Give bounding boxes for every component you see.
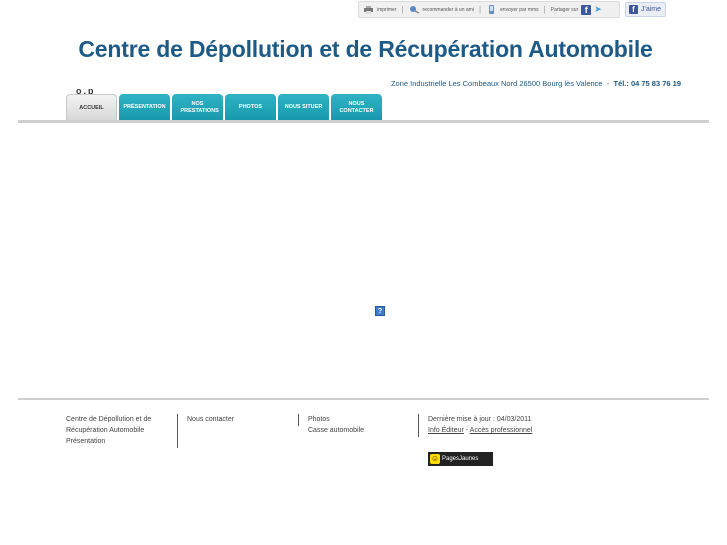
footer-link-contact[interactable]: Nous contacter (187, 416, 234, 423)
share-label: Partager sur (550, 6, 579, 13)
send-link[interactable]: envoyer par mms (486, 5, 539, 14)
pagesjaunes-badge[interactable]: ☺ PagesJaunes (428, 452, 493, 466)
footer-link-presentation[interactable]: Présentation (66, 438, 105, 445)
pro-access-link[interactable]: Accès professionnel (470, 427, 533, 434)
tab-label: NOUS SITUER (284, 104, 323, 111)
share-group: Partager sur f ➤ (551, 4, 602, 15)
page-title: Centre de Dépollution et de Récupération… (78, 36, 653, 62)
phone-icon (489, 5, 495, 14)
recommend-link[interactable]: recommander à un ami (409, 5, 474, 14)
tab-label: ACCUEIL (79, 104, 104, 111)
tab-label: NOUS CONTACTER (339, 101, 374, 114)
footer-column-1: Centre de Dépollution et de Récupération… (66, 414, 168, 447)
footer-link-photos[interactable]: Photos (308, 416, 330, 423)
tab-label: NOS PRESTATIONS (180, 101, 219, 114)
phone-number: Tél.: 04 75 83 76 19 (613, 79, 681, 88)
footer-column-4: Dernière mise à jour : 04/03/2011 Info É… (418, 414, 532, 437)
missing-image-icon: ? (375, 306, 385, 316)
address-separator: - (606, 79, 610, 88)
like-label: J'aime (641, 6, 662, 13)
tab-nous-situer[interactable]: NOUS SITUER (278, 94, 329, 121)
tab-prestations[interactable]: NOS PRESTATIONS (172, 94, 223, 121)
pagesjaunes-logo-icon: ☺ (430, 454, 440, 464)
printer-icon (364, 6, 373, 14)
print-label: imprimer (377, 6, 397, 13)
footer-column-3: Photos Casse automobile (298, 414, 364, 434)
facebook-like-button[interactable]: f J'aime (625, 2, 666, 17)
nav-divider (18, 120, 709, 123)
separator: | (478, 5, 482, 14)
address-text: Zone Industrielle Les Combeaux Nord 2650… (390, 79, 603, 88)
badge-label: PagesJaunes (442, 456, 479, 462)
tab-accueil[interactable]: ACCUEIL (66, 94, 117, 121)
send-label: envoyer par mms (500, 6, 539, 13)
footer-column-2: Nous contacter (177, 414, 234, 448)
tab-photos[interactable]: PHOTOS (225, 94, 276, 121)
tab-label: PHOTOS (238, 104, 263, 111)
utility-bar: imprimer | recommander à un ami | envoye… (358, 1, 620, 18)
facebook-icon: f (629, 5, 638, 14)
recommend-icon (409, 6, 419, 14)
facebook-icon[interactable]: f (581, 4, 592, 15)
address-line: Zone Industrielle Les Combeaux Nord 2650… (391, 79, 681, 88)
separator: | (401, 5, 404, 14)
twitter-icon[interactable]: ➤ (594, 4, 602, 15)
last-updated: Dernière mise à jour : 04/03/2011 (428, 416, 532, 423)
info-editor-link[interactable]: Info Éditeur (428, 427, 464, 434)
recommend-label: recommander à un ami (422, 6, 474, 13)
footer-dash: - (465, 427, 469, 434)
footer-divider (18, 398, 709, 400)
print-link[interactable]: imprimer (363, 5, 396, 14)
footer-link-home[interactable]: Centre de Dépollution et de Récupération… (66, 416, 151, 434)
footer-link-casse[interactable]: Casse automobile (308, 427, 364, 434)
tab-contact[interactable]: NOUS CONTACTER (331, 94, 382, 121)
main-nav: ACCUEIL PRÉSENTATION NOS PRESTATIONS PHO… (66, 94, 382, 121)
separator: | (543, 5, 546, 14)
tab-label: PRÉSENTATION (123, 104, 166, 111)
tab-presentation[interactable]: PRÉSENTATION (119, 94, 170, 121)
